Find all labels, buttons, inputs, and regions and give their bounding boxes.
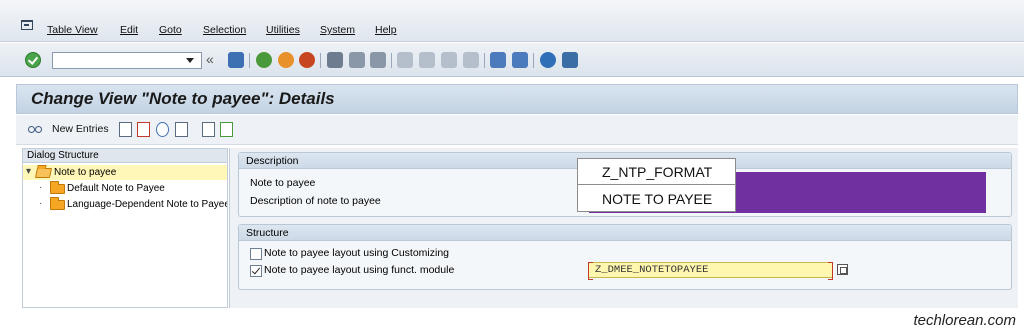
menu-table-view[interactable]: Table View <box>47 24 98 36</box>
print-icon[interactable] <box>327 52 343 68</box>
note-to-payee-value[interactable]: Z_NTP_FORMAT <box>578 159 735 185</box>
tree-item-label: Language-Dependent Note to Payee <box>67 199 227 210</box>
annotation-box: Z_NTP_FORMAT NOTE TO PAYEE <box>577 158 736 212</box>
folder-icon <box>50 181 65 194</box>
function-module-input[interactable]: Z_DMEE_NOTETOPAYEE <box>588 262 833 280</box>
menu-exit-icon[interactable] <box>21 20 33 30</box>
save-icon[interactable] <box>228 52 244 68</box>
previous-page-icon[interactable] <box>419 52 435 68</box>
toolbar-separator <box>320 53 321 68</box>
tree-item-label: Default Note to Payee <box>67 183 165 194</box>
tree-bullet-icon: · <box>39 182 43 193</box>
exit-icon[interactable] <box>278 52 294 68</box>
toolbar-separator <box>533 53 534 68</box>
toolbar-separator <box>391 53 392 68</box>
standard-toolbar: « <box>0 43 1024 77</box>
menu-edit[interactable]: Edit <box>120 24 138 36</box>
new-session-icon[interactable] <box>490 52 506 68</box>
menu-goto[interactable]: Goto <box>159 24 182 36</box>
back-icon[interactable] <box>256 52 272 68</box>
description-label: Description of note to payee <box>250 195 381 207</box>
structure-group: Structure Note to payee layout using Cus… <box>238 224 1012 290</box>
copy-as-icon[interactable] <box>119 122 132 137</box>
select-all-icon[interactable] <box>220 122 233 137</box>
function-module-option-label: Note to payee layout using funct. module <box>264 264 455 276</box>
new-entries-button[interactable]: New Entries <box>52 123 109 135</box>
next-page-icon[interactable] <box>441 52 457 68</box>
enter-icon[interactable] <box>25 52 41 68</box>
toolbar-separator <box>249 53 250 68</box>
expand-icon[interactable]: ▾ <box>26 165 31 179</box>
menu-system[interactable]: System <box>320 24 355 36</box>
first-page-icon[interactable] <box>397 52 413 68</box>
description-value[interactable]: NOTE TO PAYEE <box>578 186 735 212</box>
delete-icon[interactable] <box>137 122 150 137</box>
menu-utilities[interactable]: Utilities <box>266 24 300 36</box>
customizing-option-label: Note to payee layout using Customizing <box>264 247 450 259</box>
find-next-icon[interactable] <box>370 52 386 68</box>
menu-help[interactable]: Help <box>375 24 397 36</box>
note-to-payee-label: Note to payee <box>250 177 316 189</box>
command-dropdown-icon[interactable] <box>186 58 194 63</box>
cancel-icon[interactable] <box>299 52 315 68</box>
dialog-structure-panel: Dialog Structure ▾ Note to payee · Defau… <box>22 148 228 308</box>
previous-entry-icon[interactable] <box>175 122 188 137</box>
application-toolbar: New Entries <box>16 115 1018 145</box>
next-entry-icon[interactable] <box>202 122 215 137</box>
tree-item-note-to-payee[interactable]: ▾ Note to payee <box>23 165 227 180</box>
dialog-structure-header: Dialog Structure <box>23 149 227 163</box>
collapse-icon[interactable]: « <box>206 51 214 67</box>
value-help-icon[interactable] <box>837 264 848 275</box>
help-icon[interactable] <box>540 52 556 68</box>
undo-change-icon[interactable] <box>156 122 169 137</box>
command-field[interactable] <box>52 52 202 69</box>
display-change-icon[interactable] <box>28 123 42 134</box>
folder-icon <box>50 197 65 210</box>
shortcut-icon[interactable] <box>512 52 528 68</box>
tree-item-label: Note to payee <box>54 167 117 178</box>
folder-open-icon <box>34 168 53 178</box>
menu-selection[interactable]: Selection <box>203 24 246 36</box>
menu-bar: Table View Edit Goto Selection Utilities… <box>0 0 1024 42</box>
watermark: techlorean.com <box>913 312 1016 329</box>
customizing-checkbox[interactable] <box>250 248 262 260</box>
function-module-checkbox[interactable] <box>250 265 262 277</box>
last-page-icon[interactable] <box>463 52 479 68</box>
toolbar-separator <box>484 53 485 68</box>
layout-icon[interactable] <box>562 52 578 68</box>
tree-item-default-note[interactable]: · Default Note to Payee <box>23 181 227 196</box>
find-icon[interactable] <box>349 52 365 68</box>
page-title: Change View "Note to payee": Details <box>31 89 335 108</box>
tree-item-language-note[interactable]: · Language-Dependent Note to Payee <box>23 197 227 212</box>
title-bar: Change View "Note to payee": Details <box>16 84 1018 114</box>
tree-bullet-icon: · <box>39 198 43 209</box>
structure-header: Structure <box>239 225 1011 241</box>
